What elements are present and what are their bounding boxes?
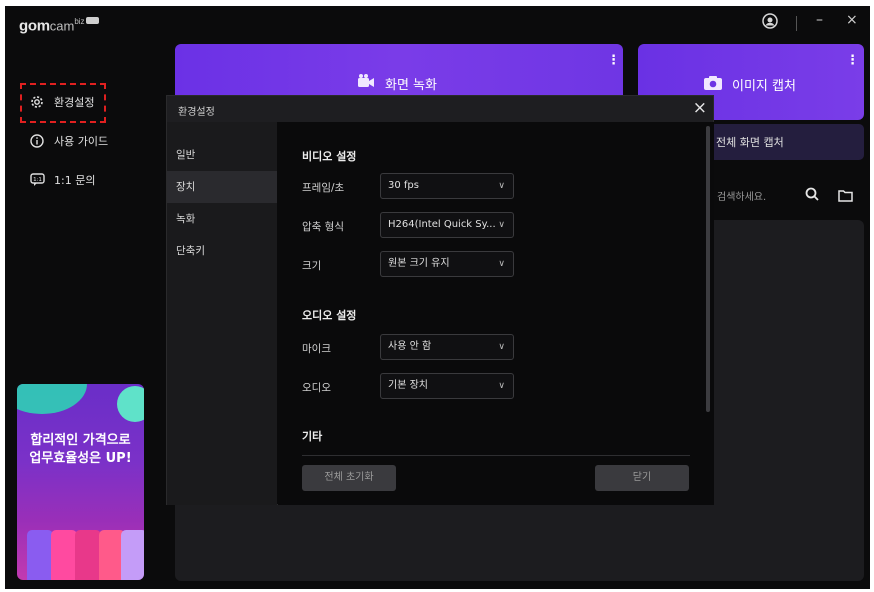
tab-device[interactable]: 장치 — [167, 171, 277, 203]
codec-label: 압축 형식 — [302, 221, 344, 233]
nav-item-guide[interactable]: 사용 가이드 — [29, 133, 108, 149]
app-window: gomcambiz – × 환경설정 사용 가이드 1:1 1:1 문의 합리적… — [5, 6, 870, 589]
footer-divider — [302, 455, 690, 456]
nav-label: 사용 가이드 — [54, 135, 109, 148]
nav-item-inquiry[interactable]: 1:1 1:1 문의 — [29, 172, 95, 188]
chat-icon: 1:1 — [29, 172, 45, 188]
audio-section-title: 오디오 설정 — [302, 309, 357, 322]
nav-label: 1:1 문의 — [54, 174, 96, 187]
search-input[interactable]: 검색하세요. — [717, 188, 766, 203]
size-value: 원본 크기 유지 — [388, 258, 450, 269]
promo-app-card — [121, 530, 144, 580]
nav-label: 환경설정 — [54, 96, 95, 109]
record-more-icon[interactable]: ⋮ — [607, 53, 620, 68]
framerate-value: 30 fps — [388, 180, 419, 191]
window-close-button[interactable]: × — [846, 12, 858, 28]
folder-icon[interactable] — [838, 187, 853, 206]
search-icon[interactable] — [805, 186, 819, 205]
promo-app-card — [27, 530, 53, 580]
settings-dialog: 환경설정 × 일반 장치 녹화 단축키 비디오 설정 프레임/초 30 fps … — [166, 95, 714, 505]
mic-label: 마이크 — [302, 343, 331, 355]
screen-record-label: 화면 녹화 — [385, 78, 437, 93]
size-select[interactable]: 원본 크기 유지 ∨ — [380, 251, 514, 277]
account-icon[interactable] — [762, 13, 778, 33]
svg-text:1:1: 1:1 — [33, 177, 42, 183]
promo-line2: 업무효율성은 UP! — [29, 451, 132, 466]
chevron-down-icon: ∨ — [498, 259, 505, 269]
mic-value: 사용 안 함 — [388, 341, 432, 352]
dialog-title: 환경설정 — [178, 107, 215, 118]
titlebar-separator — [796, 16, 797, 31]
fullscreen-capture-button[interactable]: 전체 화면 캡처 — [700, 124, 864, 160]
settings-scrollbar[interactable] — [706, 126, 710, 412]
promo-banner[interactable]: 합리적인 가격으로 업무효율성은 UP! — [17, 384, 144, 580]
video-section-title: 비디오 설정 — [302, 150, 357, 163]
capture-more-icon[interactable]: ⋮ — [846, 53, 859, 68]
minimize-button[interactable]: – — [816, 12, 823, 28]
size-label: 크기 — [302, 260, 322, 272]
camera-icon — [703, 75, 723, 95]
chevron-down-icon: ∨ — [498, 181, 505, 191]
mic-select[interactable]: 사용 안 함 ∨ — [380, 334, 514, 360]
nav-item-settings[interactable]: 환경설정 — [29, 94, 94, 110]
promo-app-card — [75, 530, 101, 580]
promo-line1: 합리적인 가격으로 — [30, 433, 131, 448]
fullscreen-capture-label: 전체 화면 캡처 — [716, 136, 784, 149]
tab-recording[interactable]: 녹화 — [167, 203, 277, 235]
dialog-header: 환경설정 × — [167, 96, 713, 122]
audio-select[interactable]: 기본 장치 ∨ — [380, 373, 514, 399]
chevron-down-icon: ∨ — [498, 342, 505, 352]
audio-value: 기본 장치 — [388, 380, 428, 391]
video-camera-icon — [357, 73, 375, 93]
codec-select[interactable]: H264(Intel Quick Sy... ∨ — [380, 212, 514, 238]
gomcam-logo: gomcambiz — [19, 17, 99, 35]
settings-content: 비디오 설정 프레임/초 30 fps ∨ 압축 형식 H264(Intel Q… — [278, 122, 714, 505]
close-dialog-button[interactable]: 닫기 — [595, 465, 689, 491]
gear-icon — [29, 94, 45, 110]
etc-section-title: 기타 — [302, 430, 323, 443]
framerate-label: 프레임/초 — [302, 182, 345, 194]
reset-all-button[interactable]: 전체 초기화 — [302, 465, 396, 491]
promo-app-card — [51, 530, 77, 580]
settings-sidebar: 일반 장치 녹화 단축키 — [167, 122, 277, 505]
tab-shortcuts[interactable]: 단축키 — [167, 235, 277, 267]
codec-value: H264(Intel Quick Sy... — [388, 219, 496, 230]
image-capture-label: 이미지 캡처 — [732, 79, 796, 94]
audio-label: 오디오 — [302, 382, 331, 394]
info-icon — [29, 133, 45, 149]
chevron-down-icon: ∨ — [498, 381, 505, 391]
tab-general[interactable]: 일반 — [167, 139, 277, 171]
chevron-down-icon: ∨ — [498, 220, 505, 230]
framerate-select[interactable]: 30 fps ∨ — [380, 173, 514, 199]
dialog-close-icon[interactable]: × — [693, 98, 707, 118]
